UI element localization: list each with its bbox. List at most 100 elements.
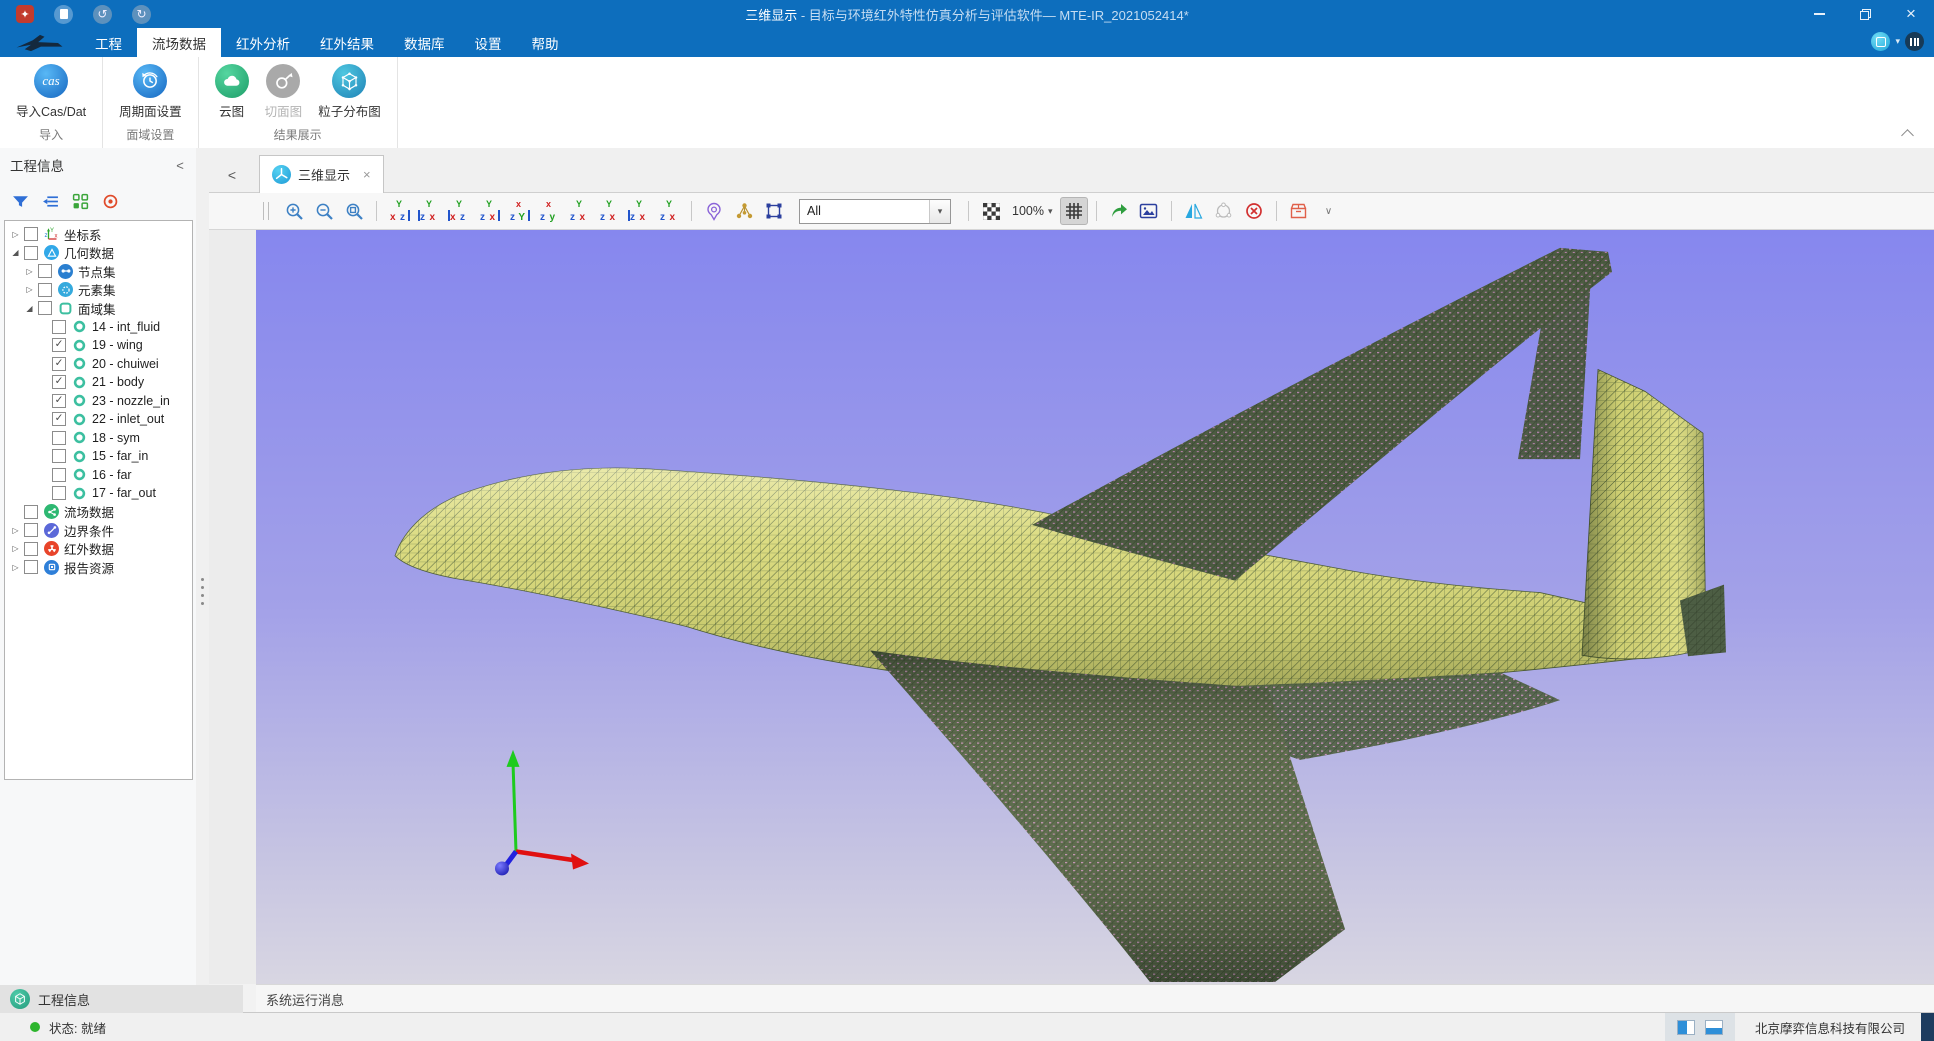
tree-item-20-chuiwei[interactable]: ✓20 - chuiwei: [5, 355, 192, 374]
ribbon-button-periodic-face-setup[interactable]: 周期面设置: [111, 64, 190, 120]
zoom-in-icon[interactable]: [280, 197, 308, 225]
tree-checkbox[interactable]: [24, 505, 38, 519]
tree-item-flow-field-data[interactable]: 流场数据: [5, 503, 192, 522]
tree-checkbox[interactable]: ✓: [52, 338, 66, 352]
tree-item-element-sets[interactable]: ▷元素集: [5, 281, 192, 300]
viewport-3d-canvas[interactable]: [256, 230, 1934, 984]
tree-expander-icon[interactable]: ▷: [23, 285, 36, 294]
tree-checkbox[interactable]: [52, 320, 66, 334]
box-select-icon[interactable]: [760, 197, 788, 225]
redo-icon[interactable]: ↻: [132, 5, 151, 24]
project-panel-footer-tab[interactable]: 工程信息: [0, 985, 243, 1013]
save-scene-icon[interactable]: [1285, 197, 1313, 225]
tree-item-18-sym[interactable]: 18 - sym: [5, 429, 192, 448]
tree-checkbox[interactable]: [52, 486, 66, 500]
view-bottom-icon[interactable]: xzy: [535, 197, 563, 225]
tree-expander-icon[interactable]: ▷: [9, 230, 22, 239]
view-iso-1-icon[interactable]: Yzx: [565, 197, 593, 225]
menu-item-ir-analysis[interactable]: 红外分析: [221, 28, 305, 57]
combo-dropdown-icon[interactable]: ▾: [929, 200, 950, 223]
target-icon[interactable]: [100, 191, 120, 211]
ribbon-button-section-map[interactable]: 切面图: [257, 64, 311, 120]
save-scene-caret-icon[interactable]: ∨: [1315, 197, 1343, 225]
tree-checkbox[interactable]: ✓: [52, 357, 66, 371]
tree-item-geometry-data[interactable]: ◢几何数据: [5, 244, 192, 263]
undo-icon[interactable]: ↺: [93, 5, 112, 24]
maximize-restore-button[interactable]: [1842, 0, 1888, 28]
view-iso-2-icon[interactable]: Yzx: [595, 197, 623, 225]
filter-icon[interactable]: [10, 191, 30, 211]
tree-checkbox[interactable]: [24, 542, 38, 556]
tree-checkbox[interactable]: [52, 449, 66, 463]
tree-checkbox[interactable]: [38, 301, 52, 315]
grid-view-icon[interactable]: [70, 191, 90, 211]
zoom-window-icon[interactable]: [340, 197, 368, 225]
menu-item-database[interactable]: 数据库: [389, 28, 460, 57]
minimize-button[interactable]: [1796, 0, 1842, 28]
ribbon-button-import-cas-dat[interactable]: cas导入Cas/Dat: [8, 64, 94, 120]
screen-capture-icon[interactable]: [1871, 32, 1890, 51]
tree-expander-icon[interactable]: ▷: [9, 544, 22, 553]
tree-item-19-wing[interactable]: ✓19 - wing: [5, 336, 192, 355]
view-back-icon[interactable]: Yzx: [415, 197, 443, 225]
menu-item-settings[interactable]: 设置: [460, 28, 517, 57]
tree-expander-icon[interactable]: ◢: [23, 304, 36, 313]
mirror-icon[interactable]: [1180, 197, 1208, 225]
zoom-level-dropdown[interactable]: 100%▾: [1012, 204, 1053, 218]
ribbon-button-contour-map[interactable]: 云图: [207, 64, 257, 120]
tree-checkbox[interactable]: [24, 560, 38, 574]
tree-item-coordinate-system[interactable]: ▷zxY坐标系: [5, 225, 192, 244]
message-panel-header[interactable]: 系统运行消息: [256, 984, 1934, 1013]
tree-checkbox[interactable]: [24, 246, 38, 260]
tree-checkbox[interactable]: [52, 468, 66, 482]
tree-item-report-resources[interactable]: ▷报告资源: [5, 558, 192, 577]
ribbon-button-particle-distribution-map[interactable]: 粒子分布图: [310, 64, 389, 120]
tree-item-node-sets[interactable]: ▷节点集: [5, 262, 192, 281]
tree-item-22-inlet-out[interactable]: ✓22 - inlet_out: [5, 410, 192, 429]
mesh-grid-icon[interactable]: [1060, 197, 1088, 225]
tab-3d-view[interactable]: 三维显示 ×: [259, 155, 384, 193]
capture-caret-icon[interactable]: ▾: [1895, 36, 1900, 47]
view-top-icon[interactable]: xzY: [505, 197, 533, 225]
layout-bottom-panel-icon[interactable]: [1705, 1020, 1723, 1035]
zoom-caret-icon[interactable]: ▾: [1048, 206, 1053, 217]
layout-left-panel-icon[interactable]: [1677, 1020, 1695, 1035]
tree-checkbox[interactable]: ✓: [52, 412, 66, 426]
probe-pin-icon[interactable]: [700, 197, 728, 225]
tree-item-face-sets[interactable]: ◢面域集: [5, 299, 192, 318]
tree-checkbox[interactable]: [38, 264, 52, 278]
close-button[interactable]: ×: [1888, 0, 1934, 28]
tree-item-21-body[interactable]: ✓21 - body: [5, 373, 192, 392]
collapse-ribbon-icon[interactable]: [1901, 129, 1914, 142]
snapshot-icon[interactable]: [1135, 197, 1163, 225]
zoom-out-icon[interactable]: [310, 197, 338, 225]
list-view-icon[interactable]: [40, 191, 60, 211]
toolbar-grip[interactable]: [263, 202, 269, 220]
tree-checkbox[interactable]: ✓: [52, 394, 66, 408]
sphere-display-icon[interactable]: [1210, 197, 1238, 225]
texture-icon[interactable]: [977, 197, 1005, 225]
menu-item-ir-results[interactable]: 红外结果: [305, 28, 389, 57]
panel-collapse-icon[interactable]: <: [172, 158, 188, 173]
tree-item-23-nozzle-in[interactable]: ✓23 - nozzle_in: [5, 392, 192, 411]
view-left-icon[interactable]: Yxz: [445, 197, 473, 225]
resize-grip[interactable]: [1921, 1013, 1934, 1041]
menu-item-flow-data[interactable]: 流场数据: [137, 28, 221, 57]
display-filter-combo[interactable]: All▾: [799, 199, 951, 224]
view-iso-4-icon[interactable]: Yzx: [655, 197, 683, 225]
tree-expander-icon[interactable]: ▷: [9, 563, 22, 572]
tree-checkbox[interactable]: [24, 227, 38, 241]
library-icon[interactable]: [1905, 32, 1924, 51]
tree-checkbox[interactable]: ✓: [52, 375, 66, 389]
tab-close-icon[interactable]: ×: [363, 167, 371, 182]
tree-item-17-far-out[interactable]: 17 - far_out: [5, 484, 192, 503]
tree-item-infrared-data[interactable]: ▷红外数据: [5, 540, 192, 559]
tree-item-15-far-in[interactable]: 15 - far_in: [5, 447, 192, 466]
view-front-icon[interactable]: Yxz: [385, 197, 413, 225]
tree-expander-icon[interactable]: ▷: [23, 267, 36, 276]
export-icon[interactable]: [1105, 197, 1133, 225]
menu-item-engineering[interactable]: 工程: [80, 28, 137, 57]
tree-item-16-far[interactable]: 16 - far: [5, 466, 192, 485]
tree-expander-icon[interactable]: ◢: [9, 248, 22, 257]
tree-checkbox[interactable]: [24, 523, 38, 537]
